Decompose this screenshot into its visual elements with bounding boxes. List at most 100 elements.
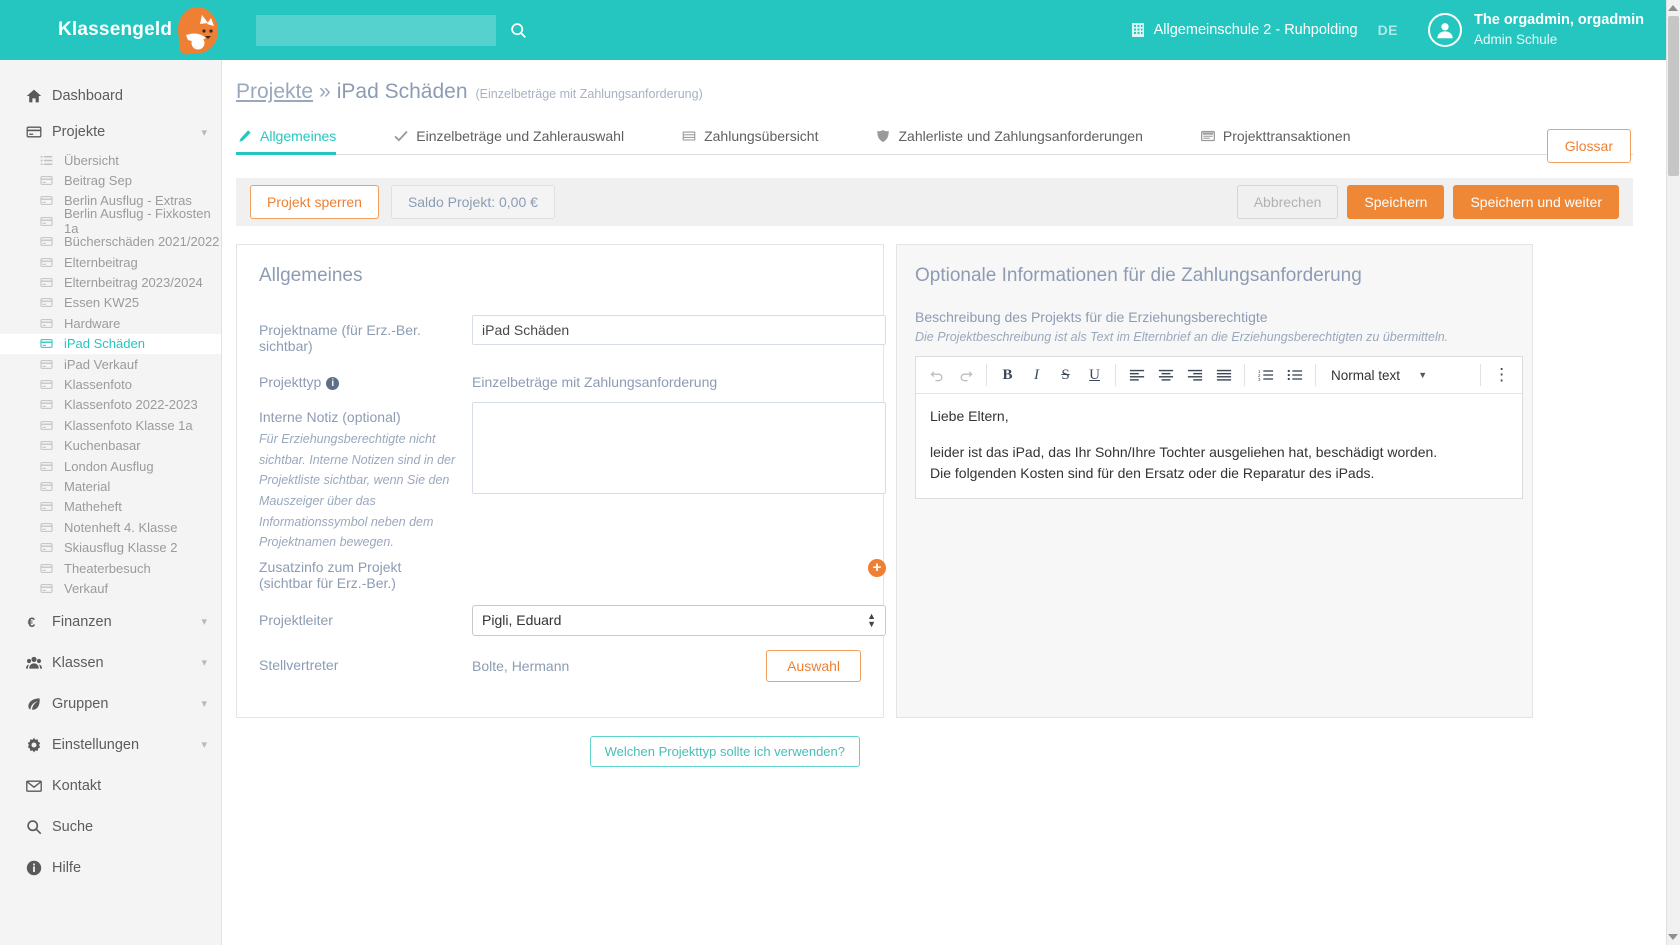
scrollbar-thumb[interactable] xyxy=(1668,16,1679,176)
chevron-down-icon[interactable]: ▾ xyxy=(201,615,207,628)
table-icon xyxy=(682,129,696,143)
underline-button[interactable]: U xyxy=(1080,360,1109,390)
tab-bar: Allgemeines Einzelbeträge und Zahlerauswa… xyxy=(236,122,1633,155)
card-icon xyxy=(40,256,64,269)
chevron-down-icon[interactable]: ▾ xyxy=(201,126,207,139)
ordered-list-icon[interactable]: 123 xyxy=(1251,360,1280,390)
card-icon xyxy=(40,317,64,330)
tab-einzelbeträge[interactable]: Einzelbeträge und Zahlerauswahl xyxy=(392,128,640,154)
sidebar-project-item[interactable]: Skiausflug Klasse 2 xyxy=(0,537,221,557)
sidebar-project-item[interactable]: Berlin Ausflug - Fixkosten 1a xyxy=(0,206,221,236)
chevron-down-icon[interactable]: ▾ xyxy=(201,738,207,751)
sidebar-project-item[interactable]: Elternbeitrag xyxy=(0,252,221,272)
tab-projekttransaktionen[interactable]: Projekttransaktionen xyxy=(1199,128,1367,154)
sidebar-item-projekte[interactable]: Projekte ▾ xyxy=(0,114,221,150)
align-right-icon[interactable] xyxy=(1180,360,1209,390)
more-vertical-icon[interactable]: ⋮ xyxy=(1487,360,1516,390)
sidebar-project-item[interactable]: Kuchenbasar xyxy=(0,435,221,455)
chevron-down-icon[interactable]: ▾ xyxy=(201,697,207,710)
sidebar-project-item[interactable]: Klassenfoto 2022-2023 xyxy=(0,395,221,415)
sidebar-project-item[interactable]: Bücherschäden 2021/2022 xyxy=(0,232,221,252)
sidebar-project-item[interactable]: iPad Schäden xyxy=(0,333,221,354)
language-switcher[interactable]: DE xyxy=(1378,22,1398,38)
internal-note-label: Interne Notiz (optional) Für Erziehungsb… xyxy=(247,402,472,553)
page-scrollbar[interactable] xyxy=(1666,0,1680,945)
card-icon xyxy=(40,521,64,534)
undo-icon[interactable] xyxy=(922,360,951,390)
sidebar-project-item[interactable]: Theaterbesuch xyxy=(0,558,221,578)
sidebar-project-item[interactable]: Beitrag Sep xyxy=(0,170,221,190)
sidebar-item-gruppen[interactable]: Gruppen ▾ xyxy=(0,686,221,722)
card-icon xyxy=(40,563,53,573)
sidebar-project-item[interactable]: Klassenfoto xyxy=(0,374,221,394)
tab-zahlerliste[interactable]: Zahlerliste und Zahlungsanforderungen xyxy=(874,128,1158,154)
save-button[interactable]: Speichern xyxy=(1347,185,1445,219)
card-icon xyxy=(40,194,64,207)
bold-button[interactable]: B xyxy=(993,360,1022,390)
internal-note-textarea[interactable] xyxy=(472,402,886,494)
editor-content-area[interactable]: Liebe Eltern, leider ist das iPad, das Ih… xyxy=(916,394,1522,498)
sidebar-item-einstellungen[interactable]: Einstellungen ▾ xyxy=(0,727,221,763)
school-selector[interactable]: Allgemeinschule 2 - Ruhpolding xyxy=(1131,22,1358,38)
breadcrumb-root[interactable]: Projekte xyxy=(236,80,313,104)
check-icon xyxy=(394,130,408,142)
glossar-button[interactable]: Glossar xyxy=(1546,129,1631,163)
sidebar-item-suche[interactable]: Suche xyxy=(0,809,221,845)
sidebar-project-item[interactable]: Klassenfoto Klasse 1a xyxy=(0,415,221,435)
deputy-select-button[interactable]: Auswahl xyxy=(766,649,861,682)
add-extra-info-button[interactable]: + xyxy=(868,558,886,577)
sidebar-item-dashboard[interactable]: Dashboard xyxy=(0,78,221,114)
tab-zahlungsübersicht[interactable]: Zahlungsübersicht xyxy=(680,128,834,154)
sidebar-project-item[interactable]: Essen KW25 xyxy=(0,293,221,313)
project-balance-button[interactable]: Saldo Projekt: 0,00 € xyxy=(390,185,555,219)
user-name: The orgadmin, orgadmin xyxy=(1474,12,1644,29)
tab-label: Allgemeines xyxy=(260,128,337,144)
project-name-input[interactable] xyxy=(472,315,886,345)
internal-note-hint: Für Erziehungsberechtigte nicht sichtbar… xyxy=(259,432,456,550)
sidebar-project-item[interactable]: Übersicht xyxy=(0,150,221,170)
bullet-list-icon[interactable] xyxy=(1280,360,1309,390)
align-justify-icon[interactable] xyxy=(1209,360,1238,390)
search-button[interactable] xyxy=(510,22,527,39)
sidebar-project-item[interactable]: Hardware xyxy=(0,313,221,333)
sidebar-item-kontakt[interactable]: Kontakt xyxy=(0,768,221,804)
sidebar-item-klassen[interactable]: Klassen ▾ xyxy=(0,645,221,681)
cancel-button[interactable]: Abbrechen xyxy=(1236,185,1339,219)
save-and-continue-button[interactable]: Speichern und weiter xyxy=(1453,185,1619,219)
top-header-bar: Klassengeld Allgemeinschule 2 - Ruhpoldi… xyxy=(0,0,1666,60)
sidebar-project-label: Berlin Ausflug - Fixkosten 1a xyxy=(64,206,211,237)
sidebar-project-label: iPad Verkauf xyxy=(64,356,138,372)
strikethrough-button[interactable]: S xyxy=(1051,360,1080,390)
fox-logo-icon xyxy=(175,5,221,55)
gear-icon xyxy=(26,737,52,753)
brand-logo[interactable]: Klassengeld xyxy=(58,5,221,55)
sidebar-item-finanzen[interactable]: € Finanzen ▾ xyxy=(0,604,221,640)
sidebar-project-item[interactable]: Matheheft xyxy=(0,497,221,517)
scroll-up-arrow-icon[interactable] xyxy=(1668,5,1678,11)
project-leader-select[interactable]: Pigli, Eduard xyxy=(472,604,886,636)
project-type-help-button[interactable]: Welchen Projekttyp sollte ich verwenden? xyxy=(589,735,860,767)
sidebar-project-item[interactable]: Elternbeitrag 2023/2024 xyxy=(0,272,221,292)
tab-allgemeines[interactable]: Allgemeines xyxy=(236,128,352,155)
sidebar-project-item[interactable]: Material xyxy=(0,476,221,496)
toolbar-divider xyxy=(986,364,987,386)
align-left-icon[interactable] xyxy=(1122,360,1151,390)
sidebar-project-item[interactable]: London Ausflug xyxy=(0,456,221,476)
align-center-icon[interactable] xyxy=(1151,360,1180,390)
text-style-select[interactable]: Normal text ▼ xyxy=(1322,361,1436,389)
shield-icon xyxy=(876,129,890,143)
search-input[interactable] xyxy=(256,14,496,46)
italic-button[interactable]: I xyxy=(1022,360,1051,390)
user-menu[interactable]: The orgadmin, orgadmin Admin Schule xyxy=(1474,11,1644,49)
avatar[interactable] xyxy=(1428,13,1463,47)
sidebar-project-item[interactable]: Verkauf xyxy=(0,578,221,598)
sidebar-project-item[interactable]: iPad Verkauf xyxy=(0,354,221,374)
scroll-down-arrow-icon[interactable] xyxy=(1668,934,1678,940)
chevron-down-icon[interactable]: ▾ xyxy=(201,656,207,669)
sidebar-item-label: Hilfe xyxy=(52,859,82,876)
info-icon[interactable]: i xyxy=(326,377,340,390)
lock-project-button[interactable]: Projekt sperren xyxy=(250,185,379,219)
redo-icon[interactable] xyxy=(951,360,980,390)
sidebar-project-item[interactable]: Notenheft 4. Klasse xyxy=(0,517,221,537)
sidebar-item-hilfe[interactable]: Hilfe xyxy=(0,850,221,886)
